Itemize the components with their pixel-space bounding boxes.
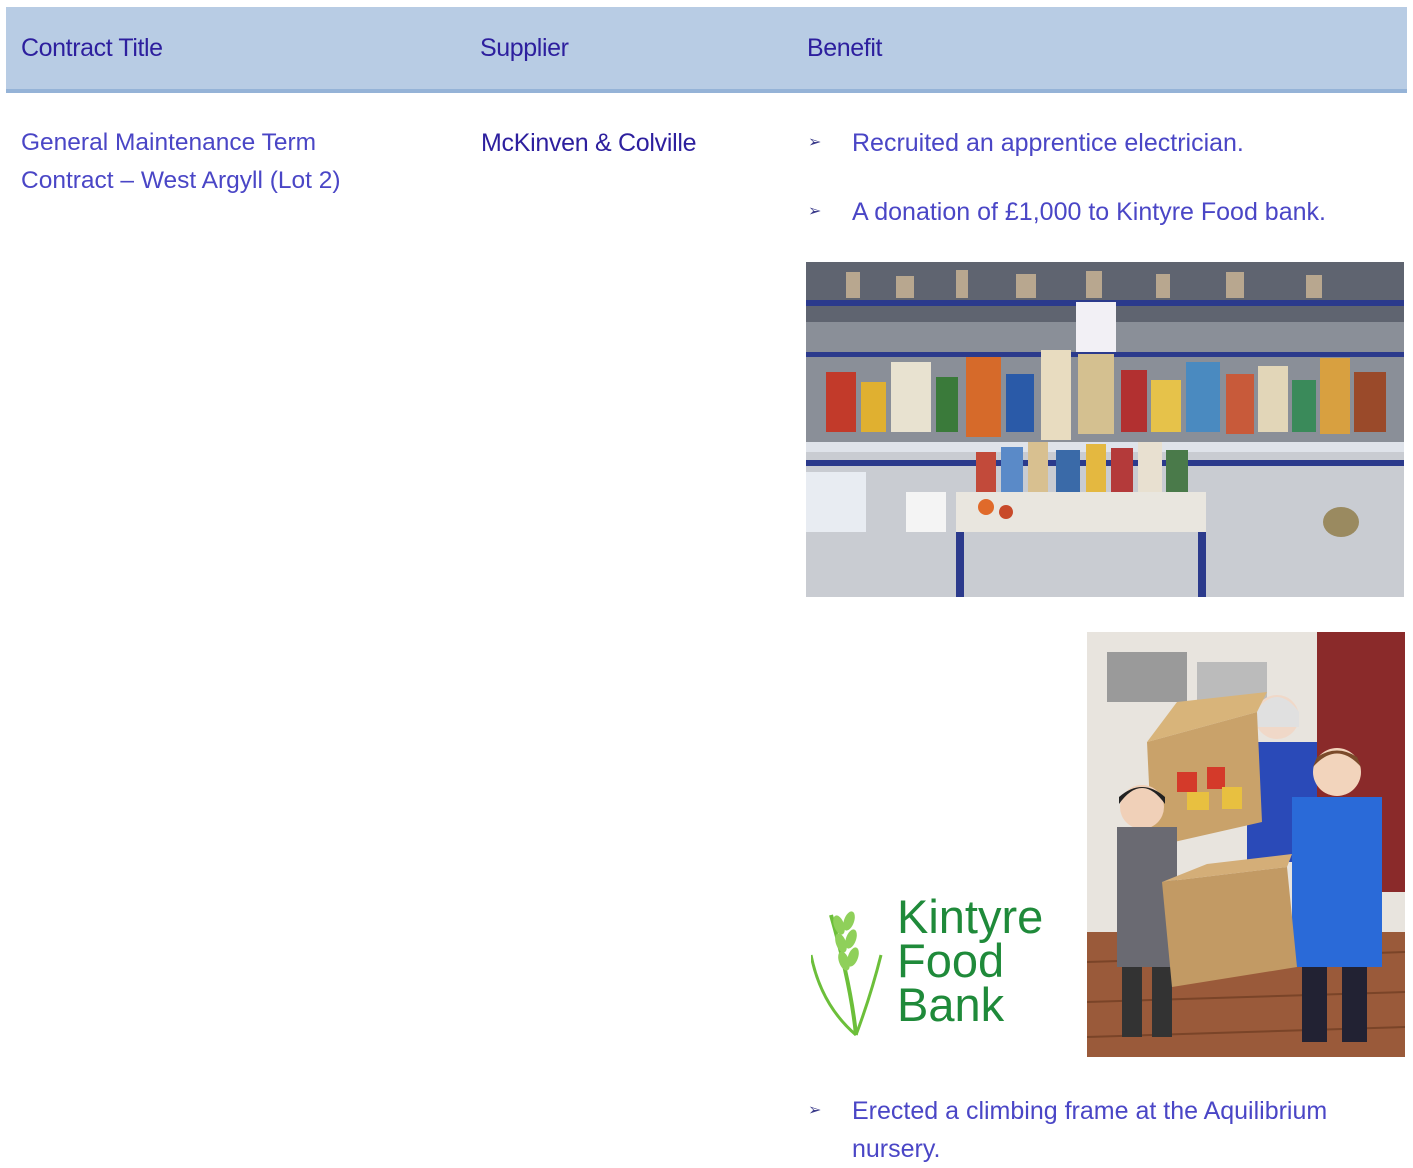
bullet-arrow-icon: ➢ bbox=[808, 1102, 822, 1119]
table-header: Contract Title Supplier Benefit bbox=[6, 7, 1407, 93]
food-donation-photo bbox=[806, 262, 1404, 597]
benefit-text: Recruited an apprentice electrician. bbox=[852, 129, 1244, 157]
bullet-arrow-icon: ➢ bbox=[808, 203, 822, 220]
benefit-text: Erected a climbing frame at the Aquilibr… bbox=[852, 1097, 1328, 1163]
supplier-cell: McKinven & Colville bbox=[481, 129, 697, 157]
logo-text: Kintyre Food Bank bbox=[897, 890, 1044, 1031]
header-supplier: Supplier bbox=[480, 34, 569, 62]
contract-title-cell: General Maintenance Term Contract – West… bbox=[21, 124, 401, 200]
header-contract-title: Contract Title bbox=[21, 34, 163, 62]
kintyre-food-bank-logo: Kintyre Food Bank bbox=[811, 890, 1071, 1045]
contract-title-text: General Maintenance Term Contract – West… bbox=[21, 129, 341, 194]
bullet-arrow-icon: ➢ bbox=[808, 134, 822, 151]
logo-line-food: Food bbox=[897, 934, 1005, 987]
donation-box-photo bbox=[1087, 632, 1405, 1057]
logo-line-kintyre: Kintyre bbox=[897, 890, 1044, 943]
wheat-icon bbox=[811, 911, 883, 1037]
header-benefit: Benefit bbox=[807, 34, 883, 62]
benefit-text: A donation of £1,000 to Kintyre Food ban… bbox=[852, 198, 1326, 226]
logo-line-bank: Bank bbox=[897, 978, 1005, 1031]
